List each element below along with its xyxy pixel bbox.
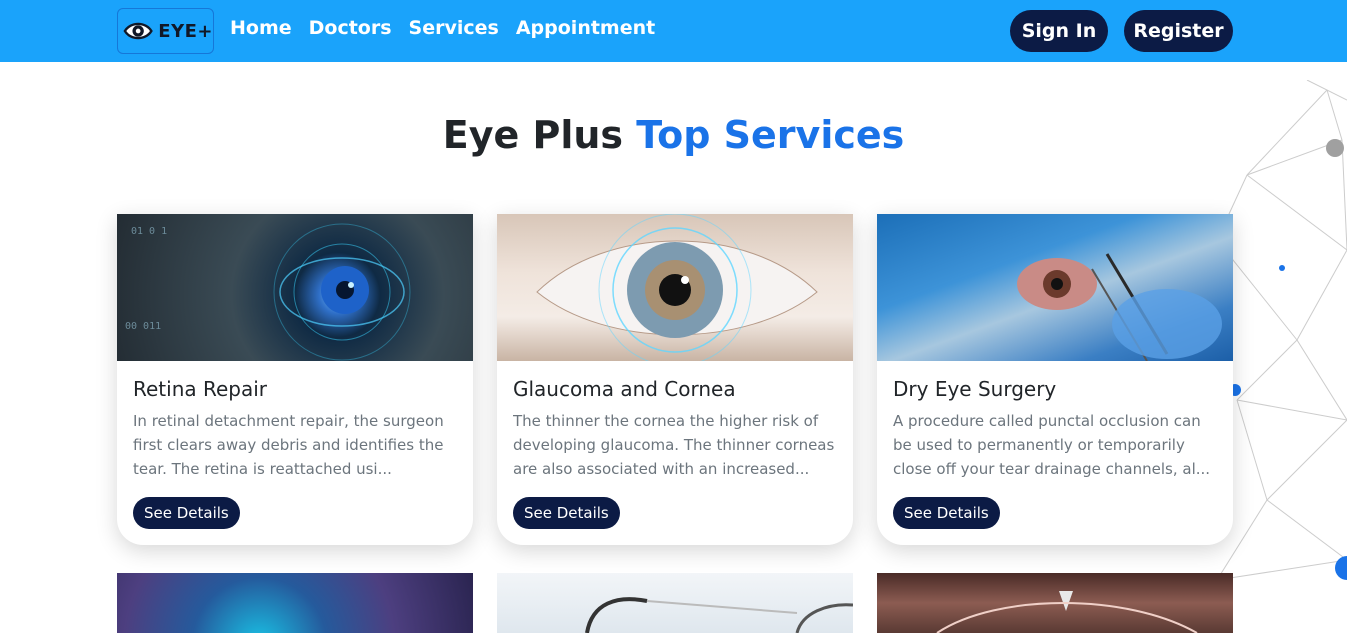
card-title: Dry Eye Surgery (893, 377, 1057, 401)
card-description: The thinner the cornea the higher risk o… (513, 412, 835, 478)
nav-link-home[interactable]: Home (230, 17, 292, 39)
see-details-button[interactable]: See Details (133, 497, 240, 529)
logo-text: EYE+ (158, 20, 213, 42)
glaucoma-image (497, 214, 853, 361)
nav-link-services[interactable]: Services (409, 17, 499, 39)
service-card-dry-eye: Dry Eye Surgery A procedure called punct… (877, 214, 1233, 545)
section-heading: Eye Plus Top Services (0, 113, 1347, 157)
retina-image: 01 0 1 00 011 (117, 214, 473, 361)
glaucoma-illustration (536, 214, 818, 361)
retina-illustration: 01 0 1 00 011 (125, 223, 411, 361)
top-navbar: EYE+ Home Doctors Services Appointment S… (0, 0, 1347, 62)
surgery-illustration (1017, 253, 1222, 361)
nav-link-appointment[interactable]: Appointment (516, 17, 655, 39)
dry-eye-surgery-image (877, 214, 1233, 361)
card-body: Dry Eye Surgery A procedure called punct… (877, 361, 1233, 545)
sign-in-button[interactable]: Sign In (1010, 10, 1108, 52)
svg-text:00 011: 00 011 (125, 321, 161, 332)
service-card-glaucoma: Glaucoma and Cornea The thinner the corn… (497, 214, 853, 545)
heading-accent-text: Top Services (636, 113, 905, 157)
card-image-partial (877, 573, 1233, 633)
nav-link-doctors[interactable]: Doctors (309, 17, 392, 39)
card-description: In retinal detachment repair, the surgeo… (133, 412, 444, 478)
nav-links: Home Doctors Services Appointment (230, 17, 672, 39)
service-card-retina: 01 0 1 00 011 Retina Repair In retinal d… (117, 214, 473, 545)
glasses-illustration (585, 597, 853, 633)
card-body: Glaucoma and Cornea The thinner the corn… (497, 361, 853, 545)
card-title: Retina Repair (133, 377, 268, 401)
card-title: Glaucoma and Cornea (513, 377, 736, 401)
heading-text: Eye Plus (442, 113, 637, 157)
brand-logo[interactable]: EYE+ (117, 8, 214, 54)
eye-icon (123, 22, 153, 40)
card-description: A procedure called punctal occlusion can… (893, 412, 1211, 478)
see-details-button[interactable]: See Details (893, 497, 1000, 529)
service-card-partial-2 (497, 573, 853, 633)
see-details-button[interactable]: See Details (513, 497, 620, 529)
service-card-partial-3 (877, 573, 1233, 633)
eye-closeup-illustration (936, 591, 1198, 633)
card-image-partial (497, 573, 853, 633)
svg-text:01 0 1: 01 0 1 (131, 226, 167, 237)
card-image-partial (117, 573, 473, 633)
card-body: Retina Repair In retinal detachment repa… (117, 361, 473, 545)
register-button[interactable]: Register (1124, 10, 1233, 52)
service-card-partial-1 (117, 573, 473, 633)
